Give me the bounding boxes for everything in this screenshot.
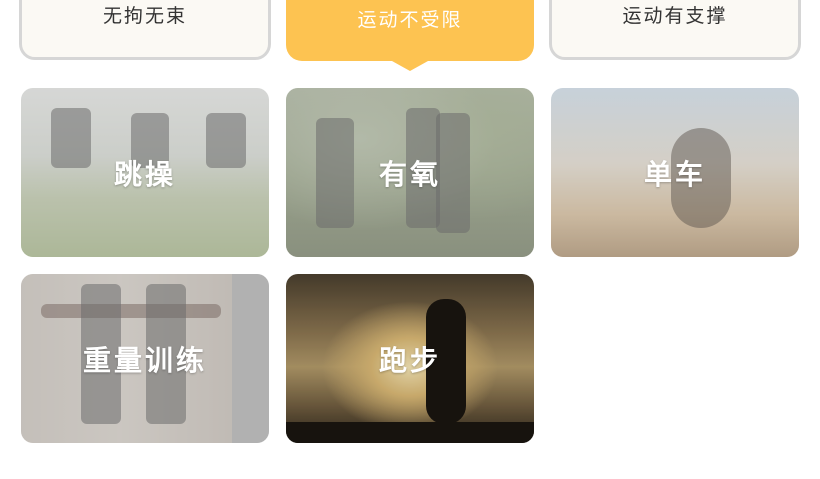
- card-weight-training[interactable]: 重量训练: [21, 274, 269, 443]
- card-cardio[interactable]: 有氧: [286, 88, 534, 257]
- card-cardio-label: 有氧: [378, 157, 441, 191]
- card-running-label: 跑步: [378, 343, 441, 377]
- tab-supported[interactable]: 运动有支撑: [549, 0, 801, 60]
- card-aerobics-label: 跳操: [113, 157, 176, 191]
- tab-unlimited-label: 运动不受限: [357, 9, 463, 31]
- card-aerobics[interactable]: 跳操: [21, 88, 269, 257]
- card-running[interactable]: 跑步: [286, 274, 534, 443]
- card-cycling[interactable]: 单车: [551, 88, 799, 257]
- active-tab-pointer: [392, 61, 428, 71]
- tab-unlimited[interactable]: 运动不受限: [286, 0, 534, 71]
- tab-free[interactable]: 无拘无束: [19, 0, 271, 60]
- tab-supported-label: 运动有支撑: [622, 5, 728, 27]
- card-weight-training-label: 重量训练: [82, 343, 207, 377]
- card-cycling-label: 单车: [643, 157, 706, 191]
- tab-free-label: 无拘无束: [102, 5, 187, 27]
